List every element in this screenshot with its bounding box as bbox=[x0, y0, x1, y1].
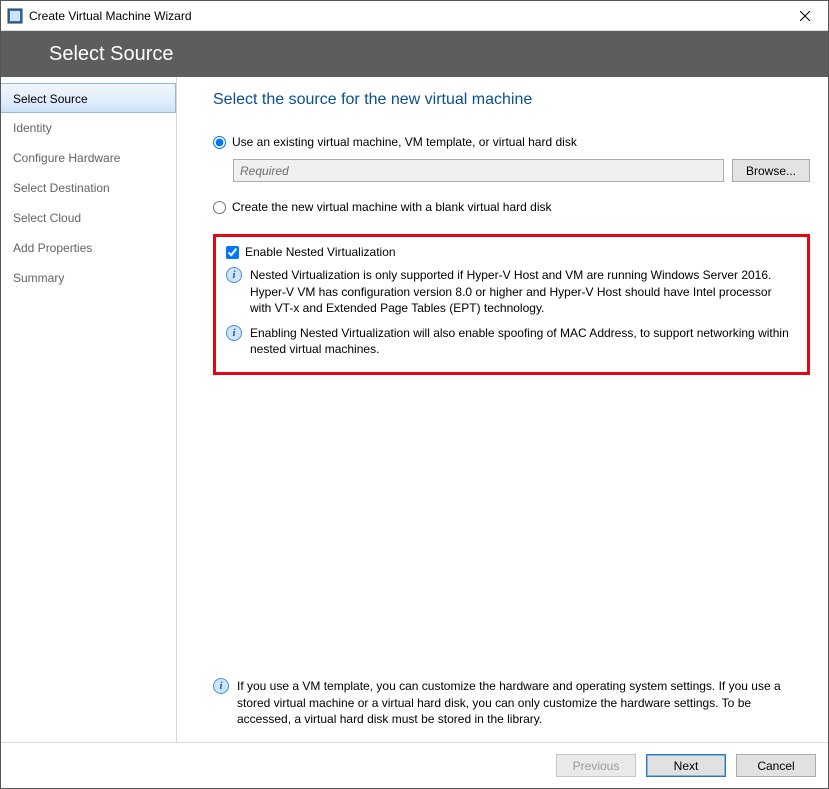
sidebar-item-summary[interactable]: Summary bbox=[1, 263, 176, 293]
radio-blank-disk-label: Create the new virtual machine with a bl… bbox=[232, 200, 552, 214]
info-icon: i bbox=[226, 325, 242, 341]
sidebar-item-configure-hardware[interactable]: Configure Hardware bbox=[1, 143, 176, 173]
previous-button-label: Previous bbox=[573, 759, 620, 773]
app-icon bbox=[7, 8, 23, 24]
window-title: Create Virtual Machine Wizard bbox=[29, 9, 192, 23]
main-content: Select the source for the new virtual ma… bbox=[177, 77, 828, 742]
source-path-placeholder: Required bbox=[240, 164, 289, 178]
info-icon: i bbox=[213, 678, 229, 694]
wizard-steps-sidebar: Select Source Identity Configure Hardwar… bbox=[1, 77, 177, 742]
sidebar-item-select-source[interactable]: Select Source bbox=[1, 83, 176, 113]
cancel-button[interactable]: Cancel bbox=[736, 754, 816, 777]
browse-button[interactable]: Browse... bbox=[732, 159, 810, 182]
nested-virtualization-highlight: Enable Nested Virtualization i Nested Vi… bbox=[213, 234, 810, 375]
nested-info-text-1: Nested Virtualization is only supported … bbox=[250, 267, 795, 317]
checkbox-enable-nested-label: Enable Nested Virtualization bbox=[245, 245, 396, 259]
close-button[interactable] bbox=[782, 1, 828, 31]
radio-blank-disk-input[interactable] bbox=[213, 201, 226, 214]
radio-use-existing[interactable]: Use an existing virtual machine, VM temp… bbox=[213, 135, 810, 149]
next-button-label: Next bbox=[674, 759, 699, 773]
source-path-field[interactable]: Required bbox=[233, 159, 724, 182]
title-bar: Create Virtual Machine Wizard bbox=[1, 1, 828, 31]
radio-use-existing-input[interactable] bbox=[213, 136, 226, 149]
sidebar-item-select-cloud[interactable]: Select Cloud bbox=[1, 203, 176, 233]
page-heading: Select the source for the new virtual ma… bbox=[213, 91, 810, 109]
next-button[interactable]: Next bbox=[646, 754, 726, 777]
wizard-banner: Select Source bbox=[1, 31, 828, 77]
nested-info-text-2: Enabling Nested Virtualization will also… bbox=[250, 325, 795, 358]
browse-button-label: Browse... bbox=[746, 164, 796, 178]
wizard-actions: Previous Next Cancel bbox=[1, 742, 828, 788]
radio-use-existing-label: Use an existing virtual machine, VM temp… bbox=[232, 135, 577, 149]
sidebar-item-select-destination[interactable]: Select Destination bbox=[1, 173, 176, 203]
footer-info-text: If you use a VM template, you can custom… bbox=[237, 678, 802, 728]
info-icon: i bbox=[226, 267, 242, 283]
sidebar-item-add-properties[interactable]: Add Properties bbox=[1, 233, 176, 263]
sidebar-item-identity[interactable]: Identity bbox=[1, 113, 176, 143]
cancel-button-label: Cancel bbox=[757, 759, 794, 773]
checkbox-enable-nested[interactable]: Enable Nested Virtualization bbox=[226, 245, 795, 259]
banner-title: Select Source bbox=[49, 43, 174, 66]
radio-blank-disk[interactable]: Create the new virtual machine with a bl… bbox=[213, 200, 810, 214]
previous-button: Previous bbox=[556, 754, 636, 777]
checkbox-enable-nested-input[interactable] bbox=[226, 246, 239, 259]
